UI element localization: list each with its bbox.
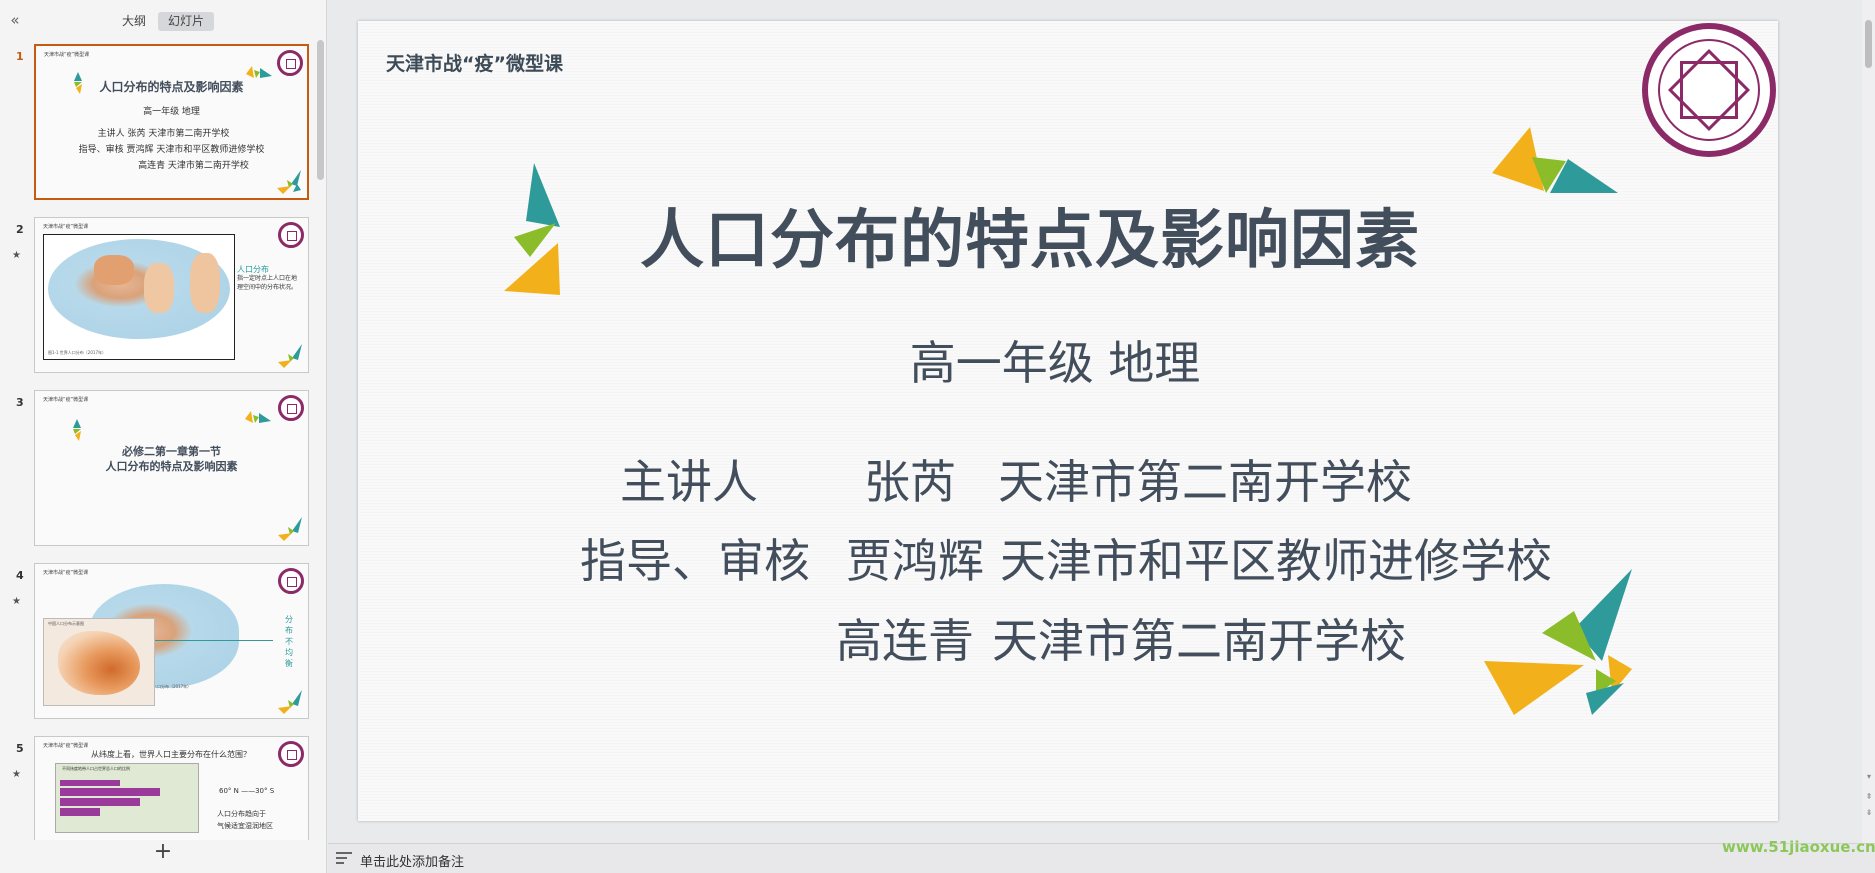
thumb-note: 气候适宜湿润地区 <box>217 822 273 830</box>
map-caption: 中国人口分布示意图 <box>48 621 84 626</box>
triangle-deco-icon <box>278 690 302 714</box>
thumb-line: 必修二第一章第一节 <box>122 445 221 458</box>
slide-number: 4 <box>16 569 24 582</box>
china-map-image: 中国人口分布示意图 <box>43 618 155 706</box>
scroll-thumb[interactable] <box>1865 20 1872 68</box>
slide-thumbnail-1[interactable]: 天津市战“疫”微型课 人口分布的特点及影响因素 高一年级 地理 主讲人 张芮 天… <box>34 44 309 200</box>
slide-thumbnail-2[interactable]: 天津市战“疫”微型课 图1-1 世界人口分布（2017年） 人口分布 指一定时点… <box>34 217 309 373</box>
map-caption: 图1-1 世界人口分布（2017年） <box>48 350 106 355</box>
world-map-image: 图1-1 世界人口分布（2017年） <box>43 234 235 360</box>
school-logo-icon <box>278 222 304 248</box>
slide-number: 3 <box>16 396 24 409</box>
school-logo-icon <box>278 568 304 594</box>
triangle-deco-icon <box>277 170 301 194</box>
slide-subtitle[interactable]: 高一年级 地理 <box>358 327 1778 393</box>
slide-number: 5 <box>16 742 24 755</box>
thumb-question: 从纬度上看，世界人口主要分布在什么范围？ <box>91 750 251 759</box>
slide-thumbnail-5[interactable]: 天津市战“疫”微型课 从纬度上看，世界人口主要分布在什么范围？ 不同纬度地带人口… <box>34 736 309 840</box>
scroll-down-icon[interactable]: ▾ <box>1864 772 1874 782</box>
chart-title: 不同纬度地带人口占世界总人口的比例 <box>62 766 130 771</box>
thumbnail-row-4[interactable]: 4 ★ 天津市战“疫”微型课 世界人口分布（2017年） 中国人口分布示意图 分… <box>0 563 316 723</box>
thumb-title: 人口分布的特点及影响因素 <box>99 80 244 94</box>
triangle-deco-icon <box>245 411 271 423</box>
school-logo-icon <box>277 50 303 76</box>
thumb-line: 人口分布的特点及影响因素 <box>105 460 238 473</box>
presenter-name[interactable]: 张芮 <box>864 446 956 512</box>
thumb-line: 高连青 天津市第二南开学校 <box>138 161 249 171</box>
presenter-role[interactable]: 主讲人 <box>620 446 758 512</box>
advisor-org[interactable]: 天津市和平区教师进修学校 <box>1000 525 1552 591</box>
advisor-role[interactable]: 指导、审核 <box>580 525 810 591</box>
advisor2-org[interactable]: 天津市第二南开学校 <box>992 605 1406 671</box>
current-slide[interactable]: 天津市战“疫”微型课 人口分布的特点及影响因素 高一年级 地理 主讲人 张芮 天… <box>358 21 1778 821</box>
school-logo-icon <box>278 741 304 767</box>
watermark-text: www.51jiaoxue.cn <box>1722 838 1875 856</box>
thumb-subtitle: 高一年级 地理 <box>143 107 200 117</box>
triangle-deco-icon <box>73 419 81 441</box>
collapse-panel-icon[interactable]: « <box>6 11 24 29</box>
animation-star-icon: ★ <box>12 250 21 261</box>
presenter-org[interactable]: 天津市第二南开学校 <box>998 446 1412 512</box>
thumb-line: 指导、审核 贾鸿辉 天津市和平区教师进修学校 <box>78 145 265 155</box>
thumb-header: 天津市战“疫”微型课 <box>43 743 89 749</box>
animation-star-icon: ★ <box>12 769 21 780</box>
thumb-header: 天津市战“疫”微型课 <box>43 570 89 576</box>
triangle-deco-icon <box>278 517 302 541</box>
thumbnail-list: 1 天津市战“疫”微型课 人口分布的特点及影响因素 高一年级 地理 主讲人 张芮… <box>0 40 316 840</box>
thumbnail-row-2[interactable]: 2 ★ 天津市战“疫”微型课 图1-1 世界人口分布（2017年） 人口分布 指… <box>0 217 316 377</box>
triangle-deco-icon <box>1484 569 1632 715</box>
panel-header: « 大纲 幻灯片 <box>0 0 327 40</box>
triangle-deco-icon <box>504 163 560 295</box>
thumbnail-row-1[interactable]: 1 天津市战“疫”微型课 人口分布的特点及影响因素 高一年级 地理 主讲人 张芮… <box>0 44 316 204</box>
notes-placeholder[interactable]: 单击此处添加备注 <box>360 851 464 870</box>
slide-thumbnail-3[interactable]: 天津市战“疫”微型课 必修二第一章第一节 人口分布的特点及影响因素 <box>34 390 309 546</box>
thumb-header: 天津市战“疫”微型课 <box>44 52 90 58</box>
school-logo-icon <box>278 395 304 421</box>
triangle-deco-icon <box>1492 127 1618 193</box>
slide-number: 2 <box>16 223 24 236</box>
slide-editor-area: 天津市战“疫”微型课 人口分布的特点及影响因素 高一年级 地理 主讲人 张芮 天… <box>328 0 1865 843</box>
latitude-chart-image: 不同纬度地带人口占世界总人口的比例 <box>55 763 199 833</box>
notes-icon <box>336 852 352 866</box>
slide-thumbnail-panel: « 大纲 幻灯片 1 天津市战“疫”微型课 人口分布的特点及影响因素 高一年级 … <box>0 0 327 873</box>
slide-title[interactable]: 人口分布的特点及影响因素 <box>640 189 1420 281</box>
thumb-vertical-text: 分布不均衡 <box>285 615 293 668</box>
thumb-header: 天津市战“疫”微型课 <box>43 397 89 403</box>
advisor2-name[interactable]: 高连青 <box>836 605 974 671</box>
slide-header[interactable]: 天津市战“疫”微型课 <box>386 49 563 76</box>
thumbnail-row-3[interactable]: 3 天津市战“疫”微型课 必修二第一章第一节 人口分布的特点及影响因素 <box>0 390 316 550</box>
thumb-line: 主讲人 张芮 天津市第二南开学校 <box>97 129 230 139</box>
next-slide-icon[interactable]: ⇟ <box>1864 808 1874 818</box>
notes-bar[interactable]: 单击此处添加备注 <box>328 843 1875 873</box>
tab-outline[interactable]: 大纲 <box>112 12 156 31</box>
thumb-note: 人口分布趋向于 <box>217 810 266 818</box>
triangle-deco-icon <box>278 344 302 368</box>
school-logo-icon <box>1642 23 1776 157</box>
slide-number: 1 <box>16 50 24 63</box>
editor-scrollbar[interactable]: ▾ ⇞ ⇟ <box>1862 0 1875 843</box>
thumb-lat-range: 60° N ——30° S <box>219 787 275 795</box>
thumb-header: 天津市战“疫”微型课 <box>43 224 89 230</box>
thumbnail-row-5[interactable]: 5 ★ 天津市战“疫”微型课 从纬度上看，世界人口主要分布在什么范围？ 不同纬度… <box>0 736 316 840</box>
advisor-name[interactable]: 贾鸿辉 <box>846 525 984 591</box>
slide-thumbnail-4[interactable]: 天津市战“疫”微型课 世界人口分布（2017年） 中国人口分布示意图 分布不均衡 <box>34 563 309 719</box>
prev-slide-icon[interactable]: ⇞ <box>1864 792 1874 802</box>
add-slide-button[interactable]: + <box>152 841 174 863</box>
thumb-side-text: 指一定时点上人口在地理空间中的分布状况。 <box>237 275 298 291</box>
animation-star-icon: ★ <box>12 596 21 607</box>
thumbnail-scrollbar[interactable] <box>317 40 324 180</box>
tab-slides[interactable]: 幻灯片 <box>158 12 215 31</box>
